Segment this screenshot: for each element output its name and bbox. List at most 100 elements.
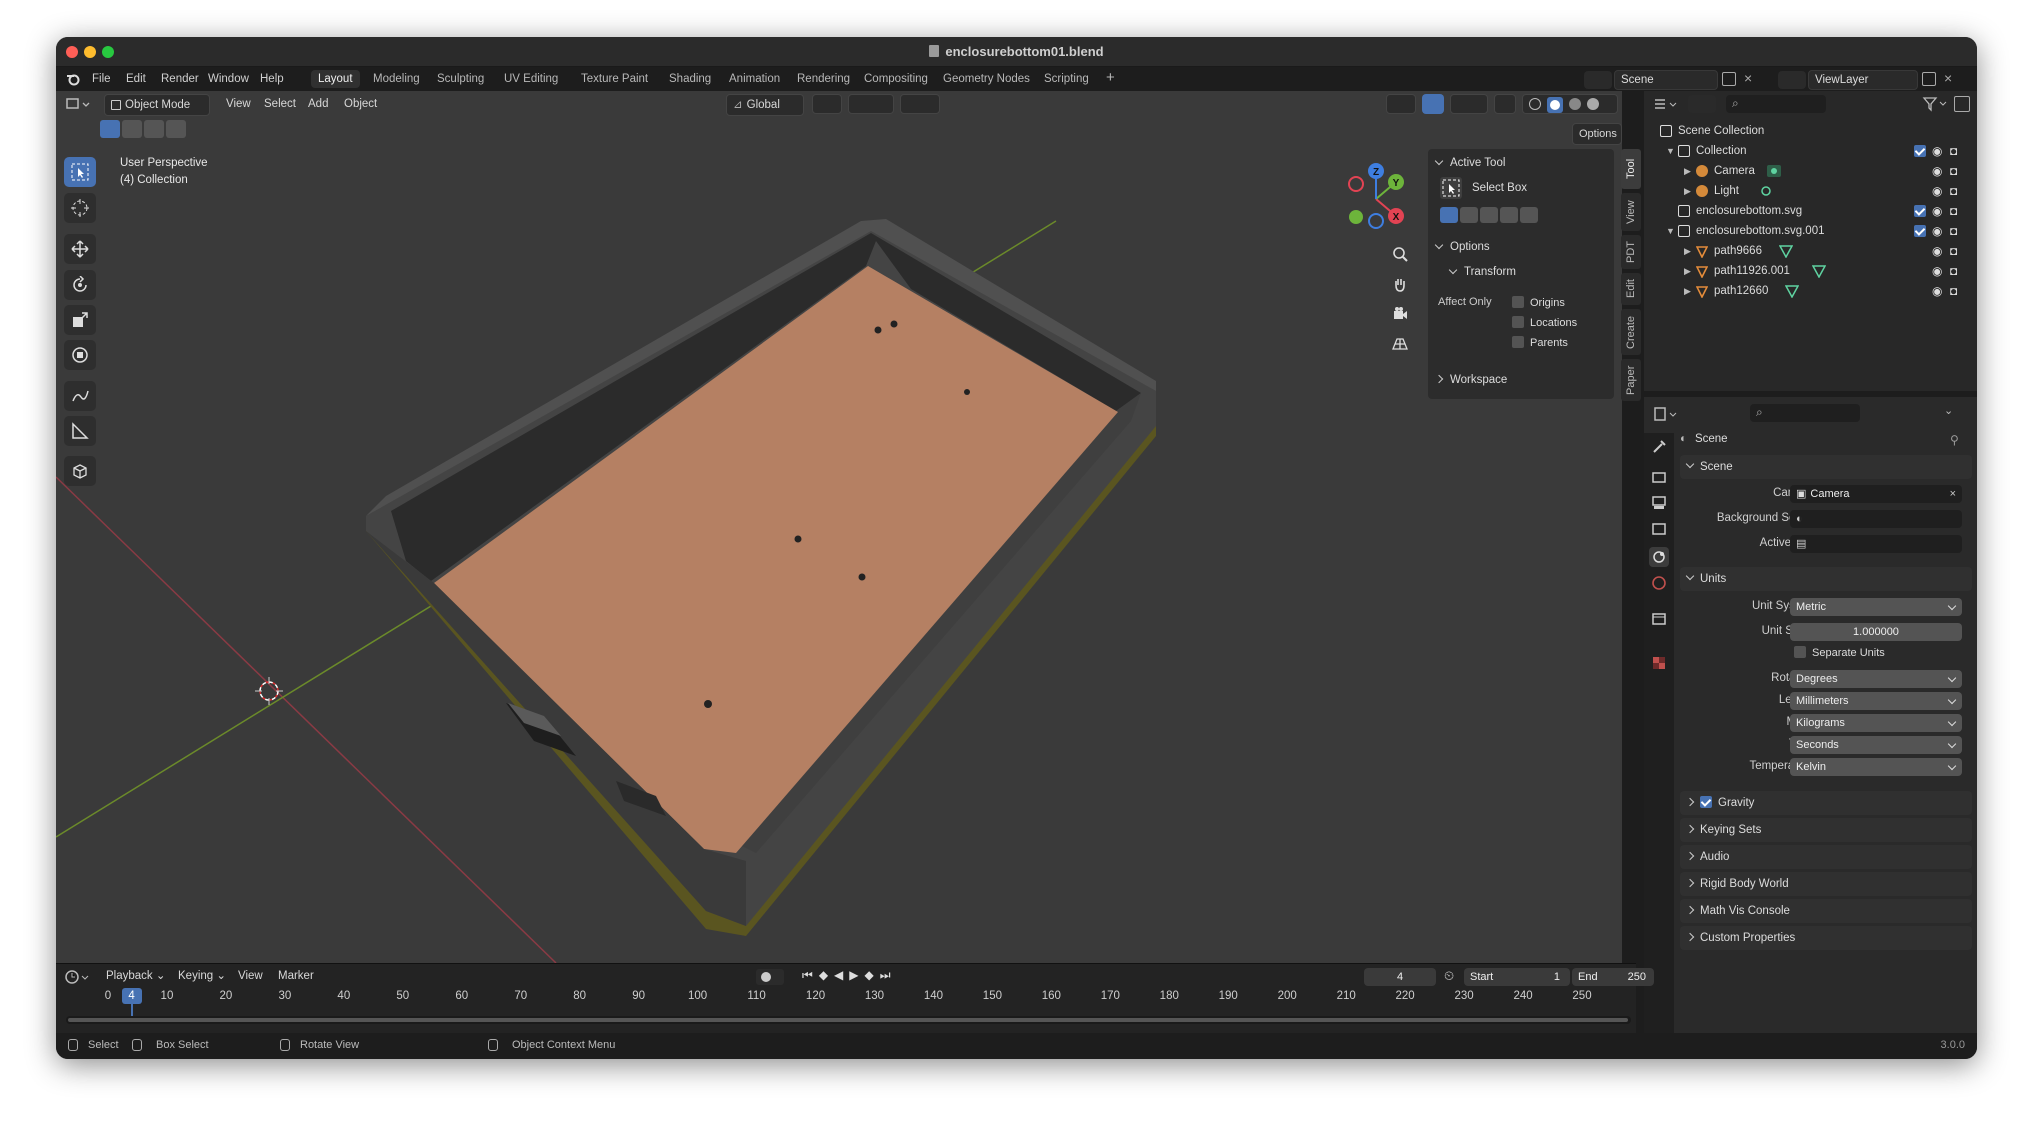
scale-tool[interactable]	[64, 305, 96, 335]
unit-system-dropdown[interactable]: Metric	[1790, 598, 1962, 616]
outliner-row[interactable]: ▶ Camera ◉ ◘	[1644, 161, 1977, 181]
camera-data-icon[interactable]	[1766, 164, 1781, 178]
math-vis-console-panel-header[interactable]: Math Vis Console	[1680, 899, 1972, 923]
gravity-panel-header[interactable]: Gravity	[1680, 791, 1972, 815]
material-shading-icon[interactable]	[1569, 98, 1581, 110]
tool-select-intersect-icon[interactable]	[1520, 207, 1538, 223]
scene-selector-icon[interactable]	[1584, 71, 1612, 89]
navigation-gizmo[interactable]: X Y Z	[1336, 159, 1416, 239]
tab-geometry-nodes[interactable]: Geometry Nodes	[936, 70, 1037, 88]
viewport-menu-add[interactable]: Add	[302, 94, 334, 114]
viewlayer-field[interactable]: ViewLayer	[1808, 70, 1918, 90]
render-properties-icon[interactable]	[1649, 467, 1669, 487]
select-new-icon[interactable]	[100, 120, 120, 138]
custom-properties-panel-header[interactable]: Custom Properties	[1680, 926, 1972, 950]
outliner-row[interactable]: enclosurebottom.svg ◉ ◘	[1644, 201, 1977, 221]
background-scene-field[interactable]: ◐	[1790, 510, 1962, 528]
overlays-icon[interactable]	[1450, 94, 1488, 114]
world-properties-icon[interactable]	[1649, 573, 1669, 593]
menu-help[interactable]: Help	[254, 70, 290, 88]
xray-icon[interactable]	[1494, 94, 1516, 114]
render-visibility-icon[interactable]: ◘	[1950, 241, 1957, 261]
tool-select-extend-icon[interactable]	[1460, 207, 1478, 223]
rotation-dropdown[interactable]: Degrees	[1790, 670, 1962, 688]
separate-units-check[interactable]	[1794, 646, 1806, 658]
rigid-body-world-panel-header[interactable]: Rigid Body World	[1680, 872, 1972, 896]
object-mode-dropdown[interactable]: Object Mode	[104, 94, 210, 116]
move-tool[interactable]	[64, 234, 96, 264]
timeline-scrollbar[interactable]	[66, 1016, 1631, 1024]
viewlayer-selector-icon[interactable]	[1778, 71, 1806, 89]
scene-panel-header[interactable]: Scene	[1680, 455, 1972, 479]
render-visibility-icon[interactable]: ◘	[1950, 261, 1957, 281]
affect-origins-checkbox[interactable]: Origins	[1512, 296, 1565, 309]
render-visibility-icon[interactable]: ◘	[1950, 201, 1957, 221]
tool-select-new-icon[interactable]	[1440, 207, 1458, 223]
tab-compositing[interactable]: Compositing	[857, 70, 935, 88]
blender-logo-icon[interactable]	[66, 72, 80, 86]
select-subtract-icon[interactable]	[144, 120, 164, 138]
outliner-row[interactable]: ▼ Collection ◉ ◘	[1644, 141, 1977, 161]
camera-field[interactable]: ▣ Camera ×	[1790, 485, 1962, 503]
output-properties-icon[interactable]	[1649, 493, 1669, 513]
visibility-icon[interactable]	[1386, 94, 1416, 114]
visibility-eye-icon[interactable]: ◉	[1932, 261, 1942, 281]
collapse-arrow-icon[interactable]: ▼	[1666, 221, 1675, 241]
add-cube-tool[interactable]	[64, 456, 96, 486]
new-collection-icon[interactable]	[1954, 96, 1970, 112]
tab-modeling[interactable]: Modeling	[366, 70, 427, 88]
temperature-dropdown[interactable]: Kelvin	[1790, 758, 1962, 776]
ortho-view-icon[interactable]	[1387, 331, 1413, 357]
render-visibility-icon[interactable]: ◘	[1950, 181, 1957, 201]
visibility-eye-icon[interactable]: ◉	[1932, 201, 1942, 221]
collection-properties-icon[interactable]	[1649, 609, 1669, 629]
exclude-checkbox[interactable]	[1914, 225, 1926, 237]
snap-icon[interactable]	[848, 94, 894, 114]
length-dropdown[interactable]: Millimeters	[1790, 692, 1962, 710]
zoom-view-icon[interactable]	[1387, 241, 1413, 267]
render-visibility-icon[interactable]: ◘	[1950, 141, 1957, 161]
outliner-editor-icon[interactable]	[1652, 95, 1680, 113]
tab-sculpting[interactable]: Sculpting	[430, 70, 491, 88]
viewport-options-button[interactable]: Options	[1572, 123, 1622, 145]
clear-camera-icon[interactable]: ×	[1950, 485, 1956, 503]
visibility-eye-icon[interactable]: ◉	[1932, 241, 1942, 261]
tab-scripting[interactable]: Scripting	[1037, 70, 1096, 88]
select-extend-icon[interactable]	[122, 120, 142, 138]
collapse-arrow-icon[interactable]: ▼	[1666, 141, 1675, 161]
sidebar-tab-paper[interactable]: Paper	[1621, 359, 1641, 401]
editor-type-icon[interactable]	[64, 95, 92, 113]
wireframe-shading-icon[interactable]	[1529, 98, 1541, 110]
menu-render[interactable]: Render	[155, 70, 205, 88]
separate-units-checkbox[interactable]: Separate Units	[1794, 646, 1885, 659]
menu-edit[interactable]: Edit	[120, 70, 152, 88]
sidebar-tab-tool[interactable]: Tool	[1621, 149, 1641, 189]
parents-check[interactable]	[1512, 336, 1524, 348]
tool-properties-icon[interactable]	[1649, 437, 1669, 457]
outliner-row[interactable]: ▼ enclosurebottom.svg.001 ◉ ◘	[1644, 221, 1977, 241]
time-dropdown[interactable]: Seconds	[1790, 736, 1962, 754]
exclude-checkbox[interactable]	[1914, 205, 1926, 217]
visibility-eye-icon[interactable]: ◉	[1932, 181, 1942, 201]
tool-select-subtract-icon[interactable]	[1480, 207, 1498, 223]
3d-viewport[interactable]: Object Mode View Select Add Object ⊿ Glob…	[56, 91, 1641, 963]
mesh-data-icon[interactable]	[1778, 244, 1794, 259]
outliner-row[interactable]: ▶ path12660 ◉ ◘	[1644, 281, 1977, 301]
scene-field[interactable]: Scene	[1614, 70, 1718, 90]
unit-scale-field[interactable]: 1.000000	[1790, 623, 1962, 641]
select-intersect-icon[interactable]	[166, 120, 186, 138]
visibility-eye-icon[interactable]: ◉	[1932, 161, 1942, 181]
light-data-icon[interactable]	[1759, 184, 1773, 198]
viewport-menu-select[interactable]: Select	[258, 94, 302, 114]
mesh-data-icon[interactable]	[1785, 284, 1800, 299]
properties-options-icon[interactable]: ⌄	[1944, 404, 1962, 422]
annotate-tool[interactable]	[64, 381, 96, 411]
sidebar-tab-edit[interactable]: Edit	[1621, 273, 1641, 305]
gizmo-toggle-icon[interactable]	[1422, 94, 1444, 114]
rotate-tool[interactable]	[64, 270, 96, 300]
mass-dropdown[interactable]: Kilograms	[1790, 714, 1962, 732]
transform-orientation-dropdown[interactable]: ⊿ Global	[726, 94, 804, 116]
active-tool-header[interactable]: Active Tool	[1434, 156, 1505, 169]
add-workspace-icon[interactable]: +	[1099, 70, 1122, 86]
tab-texture-paint[interactable]: Texture Paint	[574, 70, 655, 88]
